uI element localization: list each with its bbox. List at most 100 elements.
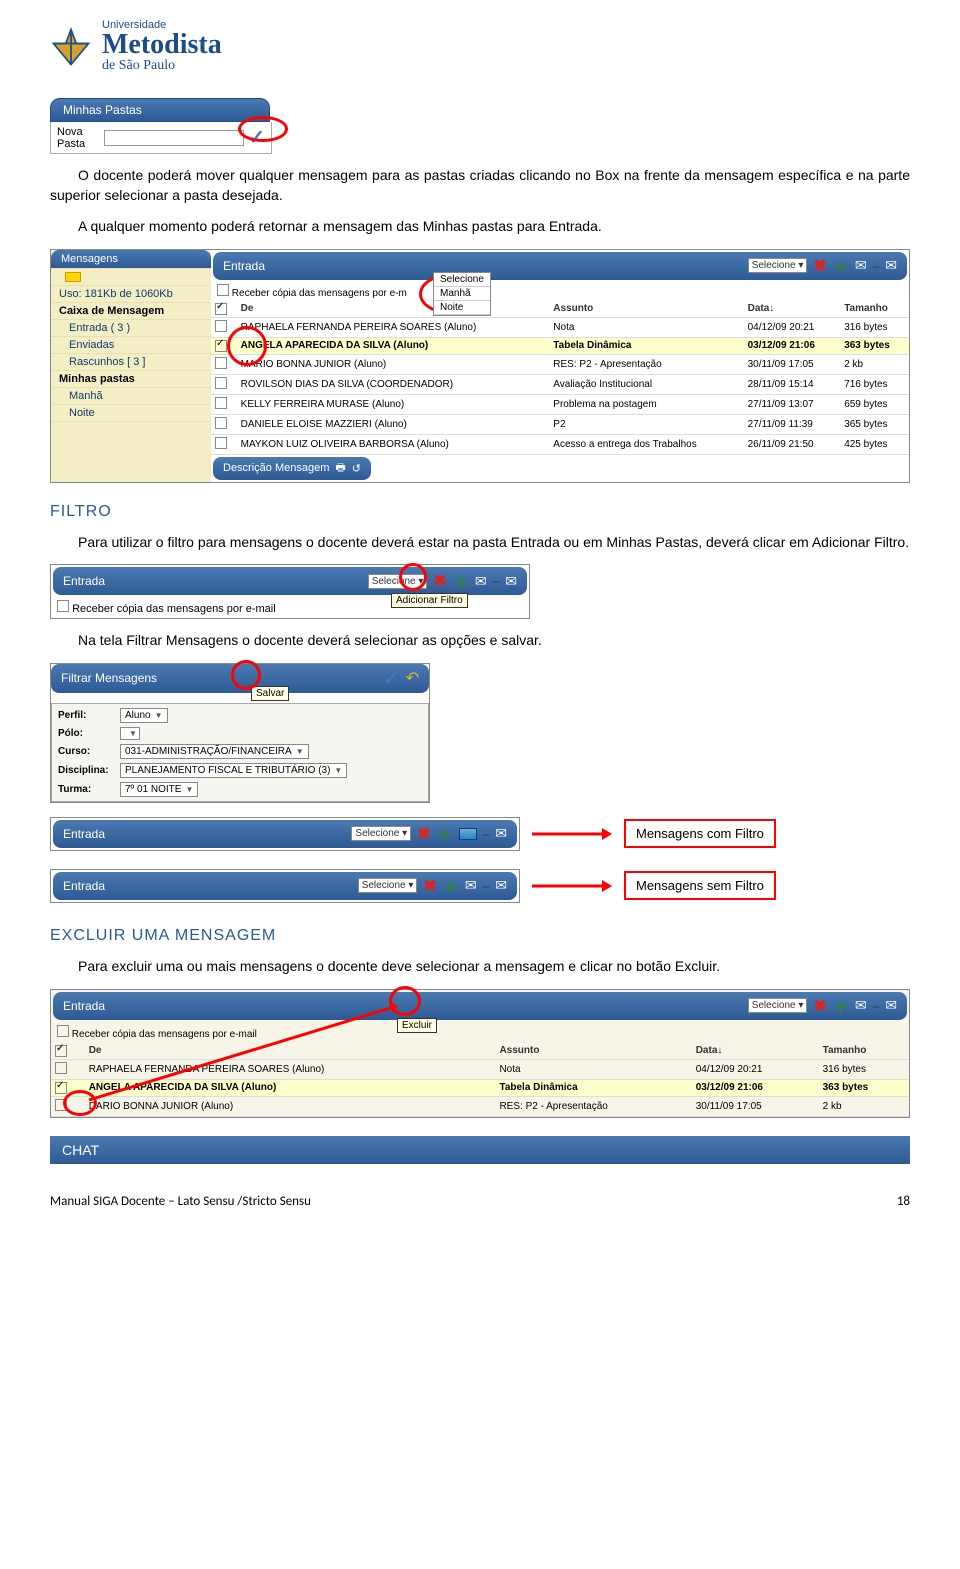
delete-x-icon[interactable]: ✖	[433, 571, 446, 591]
sidebar-manha[interactable]: Manhã	[51, 388, 211, 405]
tooltip-adicionar-filtro: Adicionar Filtro	[391, 593, 468, 608]
table-row: DANIELE ELOISE MAZZIERI (Aluno)P227/11/0…	[211, 414, 909, 434]
plus-icon[interactable]: ＋	[437, 822, 453, 846]
screenshot-mensagens: Mensagens Uso: 181Kb de 1060Kb Caixa de …	[50, 249, 910, 483]
logo-mark-icon	[50, 26, 92, 68]
polo-select[interactable]: ▼	[120, 727, 140, 740]
disciplina-label: Disciplina:	[58, 765, 114, 776]
caixa-label: Caixa de Mensagem	[51, 303, 211, 320]
arrow-red-icon	[532, 824, 612, 844]
perfil-select[interactable]: Aluno▼	[120, 708, 168, 723]
env-icon[interactable]: ✉	[495, 825, 507, 842]
table-row: MARIO BONNA JUNIOR (Aluno)RES: P2 - Apre…	[211, 354, 909, 374]
env-icon[interactable]: ✉	[475, 573, 487, 590]
excluir-para: Para excluir uma ou mais mensagens o doc…	[50, 957, 910, 977]
receber-copia: Receber cópia das mensagens por e-m	[232, 288, 407, 299]
col-tm-5[interactable]: Tamanho	[819, 1043, 909, 1060]
add-filter-plus-icon[interactable]: ＋	[453, 569, 469, 593]
selecione-dd[interactable]: Selecione ▾	[358, 878, 418, 893]
sidebar-enviadas[interactable]: Enviadas	[51, 337, 211, 354]
receber-copia-2: Receber cópia das mensagens por e-mail	[72, 603, 276, 615]
callout-sem-filtro: Mensagens sem Filtro	[624, 871, 776, 900]
screenshot-excluir: Entrada Selecione ▾ ✖ ＋ ✉ – ✉ Excluir Re…	[50, 989, 910, 1118]
plus-icon[interactable]: ＋	[443, 874, 459, 898]
mail-table: De Assunto Data↓ Tamanho RAPHAELA FERNAN…	[211, 301, 909, 455]
env-icon[interactable]: ✉	[855, 997, 867, 1014]
col-assunto[interactable]: Assunto	[549, 301, 743, 318]
copy-checkbox[interactable]	[217, 284, 229, 296]
copy-cb5[interactable]	[57, 1025, 69, 1037]
col-as-5[interactable]: Assunto	[495, 1043, 691, 1060]
col-data[interactable]: Data↓	[744, 301, 841, 318]
drop-opt-1[interactable]: Manhã	[434, 287, 490, 301]
uso-label: Uso: 181Kb de 1060Kb	[51, 286, 211, 303]
entrada-title: Entrada	[63, 574, 105, 588]
drop-opt-2[interactable]: Noite	[434, 301, 490, 315]
excluir-x-icon[interactable]: ✖	[813, 996, 826, 1016]
nova-pasta-input[interactable]	[104, 130, 244, 146]
print-icon[interactable]: 🖶	[335, 459, 345, 478]
para-1: O docente poderá mover qualquer mensagem…	[50, 166, 910, 205]
entrada-bar: Entrada	[63, 827, 105, 841]
move-env-icon[interactable]: ✉	[855, 257, 867, 274]
plus-icon[interactable]: ＋	[833, 994, 849, 1018]
selecione-dd5[interactable]: Selecione ▾	[748, 998, 808, 1013]
logo: Universidade Metodista de São Paulo	[50, 20, 910, 73]
arrow-red-icon	[532, 876, 612, 896]
footer-page: 18	[897, 1194, 910, 1209]
select-all-checkbox[interactable]	[215, 303, 227, 315]
filtro-heading: FILTRO	[50, 503, 910, 521]
table-row: MAYKON LUIZ OLIVEIRA BARBORSA (Aluno)Ace…	[211, 434, 909, 454]
save-check-icon[interactable]: ✓	[383, 666, 400, 691]
drop-opt-0[interactable]: Selecione	[434, 273, 490, 287]
col-de[interactable]: De	[237, 301, 550, 318]
x-icon[interactable]: ✖	[417, 824, 430, 844]
minhas-pastas-header: Minhas Pastas	[50, 98, 270, 122]
col-tamanho[interactable]: Tamanho	[840, 301, 909, 318]
disciplina-select[interactable]: PLANEJAMENTO FISCAL E TRIBUTÁRIO (3)▼	[120, 763, 347, 778]
table-row: RAPHAELA FERNANDA PEREIRA SOARES (Aluno)…	[211, 317, 909, 337]
sidebar-head: Mensagens	[51, 250, 211, 269]
sidebar-entrada[interactable]: Entrada ( 3 )	[51, 320, 211, 337]
perfil-label: Perfil:	[58, 710, 114, 721]
sidebar-noite[interactable]: Noite	[51, 405, 211, 422]
desc-msg: Descrição Mensagem	[223, 462, 329, 474]
curso-select[interactable]: 031-ADMINISTRAÇÃO/FINANCEIRA▼	[120, 744, 309, 759]
polo-label: Pólo:	[58, 728, 114, 739]
nova-pasta-label: Nova Pasta	[57, 126, 100, 150]
selecione-dd[interactable]: Selecione ▾	[351, 826, 411, 841]
env2-icon[interactable]: ✉	[505, 573, 517, 590]
arrow-diag-icon	[79, 1000, 409, 1110]
delete-x-icon[interactable]: ✖	[813, 256, 826, 276]
turma-select[interactable]: 7º 01 NOITE▼	[120, 782, 198, 797]
filter-badge-icon[interactable]	[459, 828, 477, 840]
select-all-5[interactable]	[55, 1045, 67, 1057]
tooltip-salvar: Salvar	[251, 686, 289, 701]
env2-icon[interactable]: ✉	[885, 997, 897, 1014]
para-2: A qualquer momento poderá retornar a men…	[50, 217, 910, 237]
filtrar-title: Filtrar Mensagens	[61, 671, 157, 685]
reply-icon[interactable]: ↺	[352, 462, 361, 475]
toolbar-title: Entrada	[223, 259, 265, 273]
x-icon[interactable]: ✖	[423, 876, 436, 896]
env2-icon[interactable]: ✉	[495, 877, 507, 894]
entrada-bar: Entrada	[63, 879, 105, 893]
logo-sp: de São Paulo	[102, 59, 222, 73]
table-row: KELLY FERREIRA MURASE (Aluno)Problema na…	[211, 394, 909, 414]
turma-label: Turma:	[58, 784, 114, 795]
curso-label: Curso:	[58, 746, 114, 757]
envelope-icon	[65, 272, 81, 282]
filtro-para: Para utilizar o filtro para mensagens o …	[50, 533, 910, 553]
undo-icon[interactable]: ↶	[406, 668, 419, 688]
col-dt-5[interactable]: Data↓	[692, 1043, 819, 1060]
copy-cb2[interactable]	[57, 600, 69, 612]
callout-com-filtro: Mensagens com Filtro	[624, 819, 776, 848]
logo-met: Metodista	[102, 31, 222, 59]
env2-icon[interactable]: ✉	[885, 257, 897, 274]
table-row: ANGELA APARECIDA DA SILVA (Aluno)Tabela …	[211, 337, 909, 354]
env-icon[interactable]: ✉	[465, 877, 477, 894]
excluir-heading: EXCLUIR UMA MENSAGEM	[50, 927, 910, 945]
sidebar-rascunhos[interactable]: Rascunhos [ 3 ]	[51, 354, 211, 371]
selecione-dropdown[interactable]: Selecione ▾	[748, 258, 808, 273]
add-plus-icon[interactable]: ＋	[833, 254, 849, 278]
